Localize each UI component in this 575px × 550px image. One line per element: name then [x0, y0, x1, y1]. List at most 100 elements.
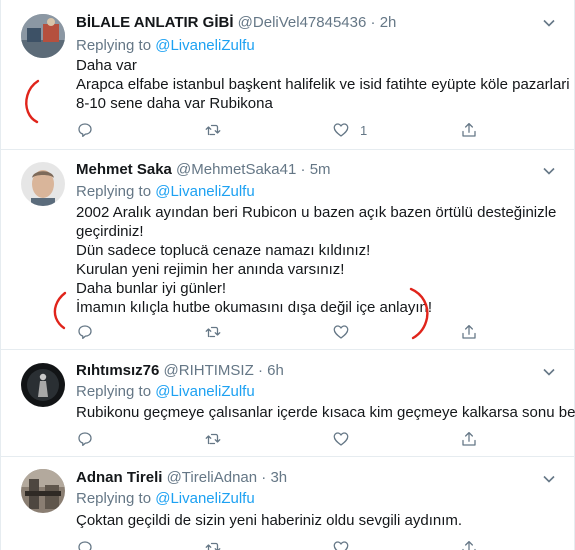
retweet-button[interactable]	[204, 429, 222, 449]
retweet-button[interactable]	[204, 538, 222, 550]
replying-to: Replying to @LivaneliZulfu	[76, 489, 255, 509]
avatar-image	[21, 363, 65, 407]
display-name[interactable]: BİLALE ANLATIR GİBİ	[76, 14, 234, 31]
tweet-text: Çoktan geçildi de sizin yeni haberiniz o…	[76, 511, 556, 530]
separator-dot: ·	[261, 469, 267, 486]
tweet-actions	[76, 538, 486, 550]
like-button[interactable]: 1	[332, 120, 367, 140]
chevron-down-icon[interactable]	[542, 365, 556, 379]
replying-prefix: Replying to	[76, 383, 156, 400]
reply-button[interactable]	[76, 120, 94, 140]
reply-icon	[78, 325, 92, 340]
replying-prefix: Replying to	[76, 37, 156, 54]
separator-dot: ·	[370, 14, 376, 31]
retweet-icon	[205, 326, 221, 338]
reply-icon	[78, 432, 92, 447]
reply-icon	[78, 123, 92, 138]
replying-to: Replying to @LivaneliZulfu	[76, 382, 255, 402]
share-button[interactable]	[460, 120, 478, 140]
tweet-header: Rıhtımsız76 @RIHTIMSIZ · 6h	[76, 361, 284, 381]
mention-link[interactable]: @LivaneliZulfu	[155, 383, 254, 400]
timestamp[interactable]: 5m	[310, 161, 331, 178]
like-button[interactable]	[332, 322, 360, 342]
avatar[interactable]	[21, 363, 65, 407]
reply-button[interactable]	[76, 322, 94, 342]
tweet-text-line: Kurulan yeni rejimin her anında varsınız…	[76, 261, 345, 278]
reply-button[interactable]	[76, 538, 94, 550]
tweet-text-line: Arapca elfabe istanbul başkent halifelik…	[76, 76, 570, 93]
like-count: 1	[360, 122, 368, 138]
tweet-text-line: İmamın kılıçla hutbe okumasını dışa deği…	[76, 299, 433, 316]
avatar[interactable]	[21, 469, 65, 513]
reply-icon	[78, 541, 92, 550]
display-name[interactable]: Rıhtımsız76	[76, 362, 159, 379]
red-annotation-mark	[53, 291, 67, 330]
timestamp[interactable]: 3h	[270, 469, 287, 486]
heart-icon	[333, 432, 349, 446]
separator-dot: ·	[257, 362, 263, 379]
share-icon	[462, 324, 476, 339]
user-handle[interactable]: @MehmetSaka41	[176, 161, 296, 178]
tweet-text-line: geçirdiniz!	[76, 223, 144, 240]
share-button[interactable]	[460, 322, 478, 342]
replying-to: Replying to @LivaneliZulfu	[76, 36, 255, 56]
red-annotation-mark	[409, 287, 429, 340]
chevron-down-icon[interactable]	[542, 472, 556, 486]
tweet-actions: 1	[76, 120, 486, 140]
tweet[interactable]: BİLALE ANLATIR GİBİ @DeliVel47845436 · 2…	[1, 0, 574, 150]
mention-link[interactable]: @LivaneliZulfu	[155, 37, 254, 54]
avatar-image	[21, 469, 65, 513]
like-button[interactable]	[332, 538, 360, 550]
timestamp[interactable]: 2h	[380, 14, 397, 31]
chevron-down-icon[interactable]	[542, 16, 556, 30]
avatar[interactable]	[21, 162, 65, 206]
tweet-text-line: Daha var	[76, 57, 137, 74]
chevron-down-icon[interactable]	[542, 164, 556, 178]
tweet-text-line: Daha bunlar iyi günler!	[76, 280, 227, 297]
tweet-text: Rubikonu geçmeye çalısanlar içerde kısac…	[76, 403, 575, 422]
display-name[interactable]: Mehmet Saka	[76, 161, 172, 178]
heart-icon	[333, 123, 349, 137]
tweet-text-line: Çoktan geçildi de sizin yeni haberiniz o…	[76, 512, 463, 529]
retweet-button[interactable]	[204, 120, 222, 140]
timeline: BİLALE ANLATIR GİBİ @DeliVel47845436 · 2…	[0, 0, 575, 550]
user-handle[interactable]: @DeliVel47845436	[238, 14, 367, 31]
share-icon	[462, 122, 476, 137]
user-handle[interactable]: @RIHTIMSIZ	[164, 362, 254, 379]
tweet[interactable]: Rıhtımsız76 @RIHTIMSIZ · 6h Replying to …	[1, 350, 575, 457]
replying-to: Replying to @LivaneliZulfu	[76, 182, 255, 202]
avatar[interactable]	[21, 14, 65, 58]
replying-prefix: Replying to	[76, 490, 156, 507]
reply-button[interactable]	[76, 429, 94, 449]
share-icon	[462, 431, 476, 446]
tweet-text-line: Rubikonu geçmeye çalısanlar içerde kısac…	[76, 404, 575, 421]
tweet-header: Adnan Tireli @TireliAdnan · 3h	[76, 468, 287, 488]
tweet-text-line: 2002 Aralık ayından beri Rubicon u bazen…	[76, 204, 557, 221]
avatar-image	[21, 162, 65, 206]
display-name[interactable]: Adnan Tireli	[76, 469, 162, 486]
tweet-text-line: 8-10 sene daha var Rubikona	[76, 95, 273, 112]
avatar-image	[21, 14, 65, 58]
mention-link[interactable]: @LivaneliZulfu	[155, 490, 254, 507]
tweet-text-line: Dün sadece toplucä cenaze namazı kıldını…	[76, 242, 371, 259]
tweet-header: Mehmet Saka @MehmetSaka41 · 5m	[76, 160, 331, 180]
red-annotation-mark	[25, 79, 40, 124]
heart-icon	[333, 325, 349, 339]
tweet[interactable]: Adnan Tireli @TireliAdnan · 3h Replying …	[1, 457, 574, 550]
tweet-actions	[76, 429, 486, 449]
user-handle[interactable]: @TireliAdnan	[167, 469, 258, 486]
retweet-icon	[205, 542, 221, 550]
like-button[interactable]	[332, 429, 360, 449]
tweet-text: 2002 Aralık ayından beri Rubicon u bazen…	[76, 203, 556, 317]
share-button[interactable]	[460, 538, 478, 550]
tweet[interactable]: Mehmet Saka @MehmetSaka41 · 5m Replying …	[1, 150, 574, 350]
share-button[interactable]	[460, 429, 478, 449]
retweet-button[interactable]	[204, 322, 222, 342]
mention-link[interactable]: @LivaneliZulfu	[155, 183, 254, 200]
heart-icon	[333, 541, 349, 550]
tweet-header: BİLALE ANLATIR GİBİ @DeliVel47845436 · 2…	[76, 13, 396, 33]
retweet-icon	[205, 124, 221, 136]
tweet-text: Daha var Arapca elfabe istanbul başkent …	[76, 56, 570, 113]
separator-dot: ·	[300, 161, 306, 178]
timestamp[interactable]: 6h	[267, 362, 284, 379]
